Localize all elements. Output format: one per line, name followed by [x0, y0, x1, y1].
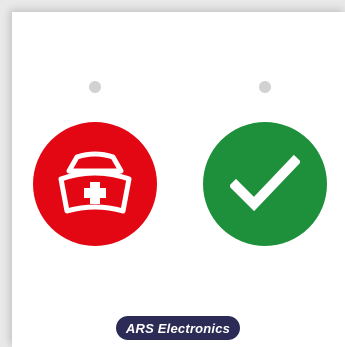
brand-badge: ARS Electronics	[116, 316, 240, 340]
button-panel: ARS Electronics	[12, 12, 345, 347]
confirm-button[interactable]	[203, 122, 327, 246]
mounting-hole-left	[89, 81, 101, 93]
nurse-cap-icon	[58, 151, 132, 214]
brand-label: ARS Electronics	[125, 320, 231, 336]
nurse-call-button[interactable]	[33, 122, 157, 246]
mounting-hole-right	[259, 81, 271, 93]
checkmark-icon	[230, 154, 300, 212]
